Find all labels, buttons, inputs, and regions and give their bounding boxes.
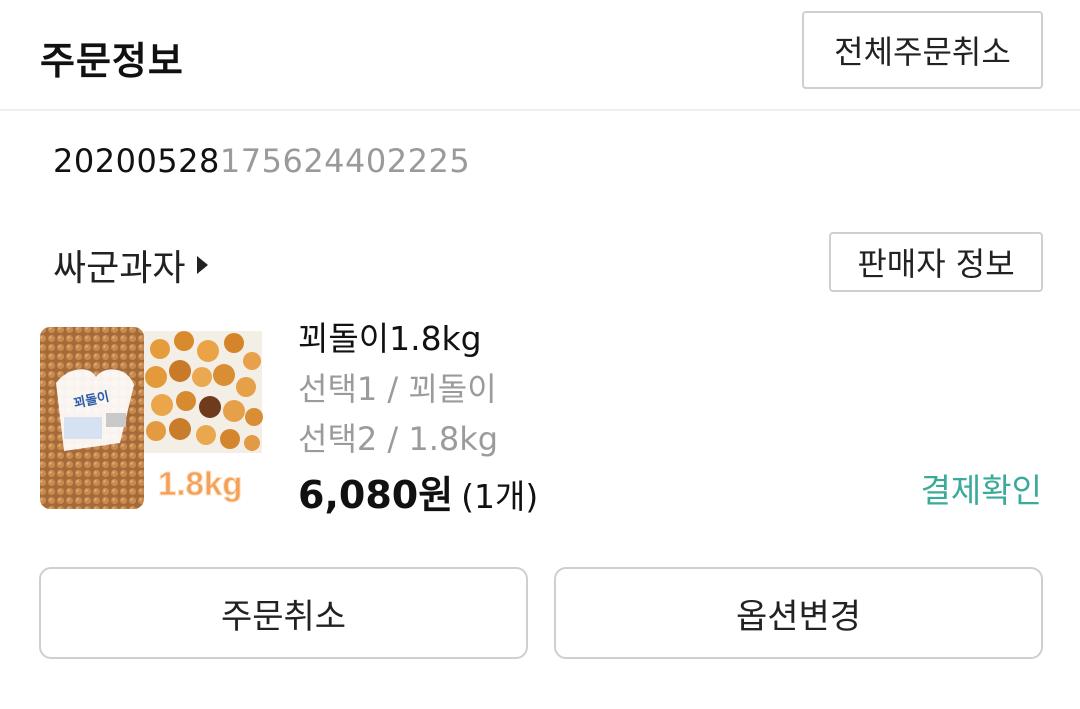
page-title: 주문정보 xyxy=(40,39,184,83)
order-number-main: 20200528 xyxy=(53,142,220,180)
seller-link[interactable]: 싸군과자 xyxy=(53,242,209,289)
product-quantity: (1개) xyxy=(461,477,539,516)
price-row: 6,080원 (1개) xyxy=(298,464,538,519)
order-number-suffix: 175624402225 xyxy=(219,142,471,180)
product-photo: 꾀돌이 1.8kg xyxy=(38,325,264,511)
order-number: 20200528175624402225 xyxy=(53,142,470,180)
product-option-1: 선택1 / 꾀돌이 xyxy=(298,370,497,408)
seller-info-button[interactable]: 판매자 정보 xyxy=(829,232,1043,292)
product-image[interactable]: 꾀돌이 1.8kg xyxy=(38,325,264,511)
seller-name: 싸군과자 xyxy=(53,248,186,289)
payment-status: 결제확인 xyxy=(920,471,1042,510)
product-option-2: 선택2 / 1.8kg xyxy=(298,420,499,458)
image-weight-badge: 1.8kg xyxy=(158,465,242,502)
arrow-right-icon xyxy=(197,256,209,274)
order-info-page: 주문정보 전체주문취소 20200528175624402225 싸군과자 판매… xyxy=(0,0,1080,709)
change-option-button[interactable]: 옵션변경 xyxy=(554,567,1043,659)
product-price: 6,080원 xyxy=(298,473,454,517)
product-name[interactable]: 꾀돌이1.8kg xyxy=(298,312,482,360)
header: 주문정보 전체주문취소 xyxy=(0,0,1080,111)
cancel-order-button[interactable]: 주문취소 xyxy=(39,567,528,659)
cancel-all-orders-button[interactable]: 전체주문취소 xyxy=(802,11,1043,89)
